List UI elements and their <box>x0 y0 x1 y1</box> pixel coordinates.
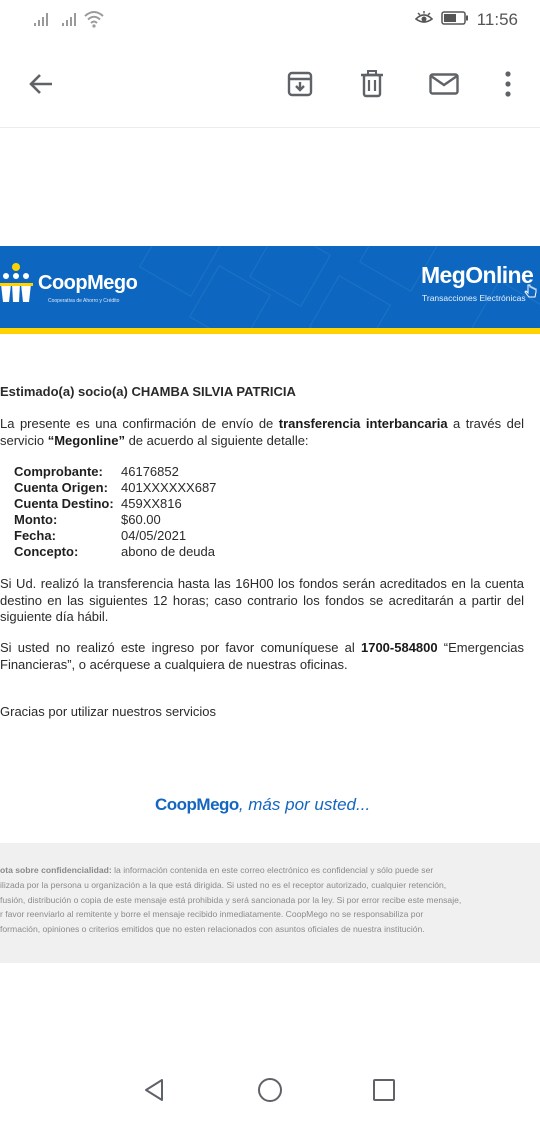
detail-row-voucher: Comprobante: 46176852 <box>14 464 216 480</box>
banner-stripe <box>0 328 540 334</box>
disclaimer-line: r favor reenviarlo al remitente y borre … <box>0 909 424 920</box>
detail-row-source-account: Cuenta Origen: 401XXXXXX687 <box>14 480 216 496</box>
status-time: 11:56 <box>476 10 518 29</box>
detail-value: 459XX816 <box>121 496 182 511</box>
signal-icon <box>62 12 78 26</box>
home-circle-icon[interactable] <box>250 1070 290 1110</box>
recents-square-icon[interactable] <box>364 1070 404 1110</box>
detail-label: Comprobante: <box>14 464 103 479</box>
detail-row-amount: Monto: $60.00 <box>14 512 216 528</box>
battery-icon <box>440 10 469 30</box>
detail-label: Cuenta Destino: <box>14 496 114 511</box>
detail-row-concept: Concepto: abono de deuda <box>14 544 216 560</box>
back-arrow-icon[interactable] <box>21 64 61 104</box>
wifi-icon <box>84 10 104 33</box>
intro-text: de acuerdo al siguiente detalle: <box>124 432 309 448</box>
delete-icon[interactable] <box>352 64 392 104</box>
service-name: MegOnline <box>421 262 534 288</box>
footer-tagline: , más por usted... <box>238 795 371 814</box>
detail-value: 401XXXXXX687 <box>121 480 217 495</box>
disclaimer-line: ota sobre confidencialidad: la informaci… <box>0 863 534 878</box>
disclaimer-line: formación, opiniones o criterios emitido… <box>0 924 425 935</box>
intro-paragraph: La presente es una confirmación de envío… <box>0 416 524 449</box>
detail-value: 46176852 <box>121 464 179 479</box>
more-options-icon[interactable] <box>488 64 528 104</box>
brand-name: CoopMego <box>38 272 138 294</box>
detail-row-destination-account: Cuenta Destino: 459XX816 <box>14 496 216 512</box>
signal-icon <box>34 12 50 26</box>
status-bar: 11:56 <box>0 0 540 44</box>
archive-icon[interactable] <box>280 64 320 104</box>
system-nav-bar <box>0 1058 540 1122</box>
detail-value: abono de deuda <box>121 544 215 559</box>
detail-label: Fecha: <box>14 528 56 543</box>
back-triangle-icon[interactable] <box>134 1070 174 1110</box>
detail-label: Cuenta Origen: <box>14 480 108 495</box>
intro-transfer-type: transferencia interbancaria <box>278 416 448 431</box>
detail-value: $60.00 <box>121 512 161 527</box>
intro-text: La presente es una confirmación de envío… <box>0 416 279 431</box>
brand-tagline: Cooperativa de Ahorro y Crédito <box>48 298 120 304</box>
timing-note: Si Ud. realizó la transferencia hasta la… <box>0 576 524 624</box>
disclaimer-line: fusión, distribución o copia de este men… <box>0 894 462 905</box>
service-tagline: Transacciones Electrónicas <box>422 293 526 303</box>
coopmego-logo-icon <box>0 262 36 311</box>
eye-comfort-icon <box>414 10 433 30</box>
footer-brand-name: CoopMego <box>155 795 239 814</box>
detail-label: Concepto: <box>14 544 79 559</box>
disclaimer-text: la información contenida en este correo … <box>111 865 434 875</box>
thanks-text: Gracias por utilizar nuestros servicios <box>0 704 217 719</box>
detail-row-date: Fecha: 04/05/2021 <box>14 528 216 544</box>
contact-paragraph: Si usted no realizó este ingreso por fav… <box>0 640 524 673</box>
contact-text: Si usted no realizó este ingreso por fav… <box>0 640 361 655</box>
confidentiality-notice: ota sobre confidencialidad: la informaci… <box>0 843 540 963</box>
email-toolbar <box>0 44 540 128</box>
email-greeting: Estimado(a) socio(a) CHAMBA SILVIA PATRI… <box>0 384 296 399</box>
detail-value: 04/05/2021 <box>121 528 187 543</box>
contact-phone: 1700-584800 <box>360 640 438 655</box>
intro-service-name: “Megonline” <box>47 432 125 448</box>
detail-label: Monto: <box>14 512 58 527</box>
disclaimer-lead: ota sobre confidencialidad: <box>0 865 112 875</box>
disclaimer-line: ilizada por la persona u organización a … <box>0 879 447 890</box>
transfer-details: Comprobante: 46176852 Cuenta Origen: 401XX… <box>14 464 216 560</box>
footer-brand: CoopMego, más por usted... <box>155 795 370 815</box>
cursor-hand-icon <box>524 284 538 303</box>
mark-unread-icon[interactable] <box>424 64 464 104</box>
